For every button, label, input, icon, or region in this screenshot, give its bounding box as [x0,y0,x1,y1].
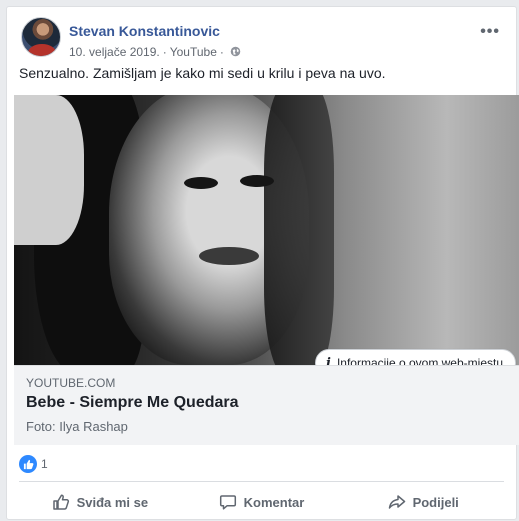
meta-separator: · [162,45,167,59]
comment-button[interactable]: Komentar [181,485,343,519]
reactions-summary[interactable]: 1 [19,455,48,473]
share-button[interactable]: Podijeli [342,485,504,519]
preview-image[interactable] [14,95,519,365]
author-name[interactable]: Stevan Konstantinovic [69,23,220,39]
preview-caption[interactable]: YOUTUBE.COM Bebe - Siempre Me Quedara Fo… [14,365,519,445]
reaction-count[interactable]: 1 [41,457,48,471]
avatar[interactable] [21,17,61,57]
preview-domain: YOUTUBE.COM [26,376,116,390]
comment-label: Komentar [243,494,305,510]
comment-icon [219,495,236,510]
preview-title[interactable]: Bebe - Siempre Me Quedara [26,394,239,412]
globe-icon[interactable] [230,46,241,57]
thumbs-up-icon [52,494,69,510]
divider [19,481,504,482]
like-icon [19,455,37,473]
post-card: Stevan Konstantinovic 10. veljače 2019. ·… [6,6,519,520]
post-actions: Sviđa mi se Komentar Podijeli [19,485,504,519]
share-icon [388,495,405,509]
meta-separator: · [219,45,224,59]
post-text: Senzualno. Zamišljam je kako mi sedi u k… [19,65,386,81]
preview-description: Foto: Ilya Rashap [26,419,128,434]
like-button[interactable]: Sviđa mi se [19,485,181,519]
share-label: Podijeli [412,494,459,510]
post-meta: 10. veljače 2019. · YouTube · [69,45,241,59]
post-source[interactable]: YouTube [170,45,217,59]
like-label: Sviđa mi se [76,494,149,510]
link-preview[interactable]: i Informacije o ovom web-mjestu YOUTUBE.… [13,95,519,445]
more-options-button[interactable]: ••• [480,23,500,41]
post-date[interactable]: 10. veljače 2019. [69,45,160,59]
post-header: Stevan Konstantinovic 10. veljače 2019. ·… [17,15,506,59]
